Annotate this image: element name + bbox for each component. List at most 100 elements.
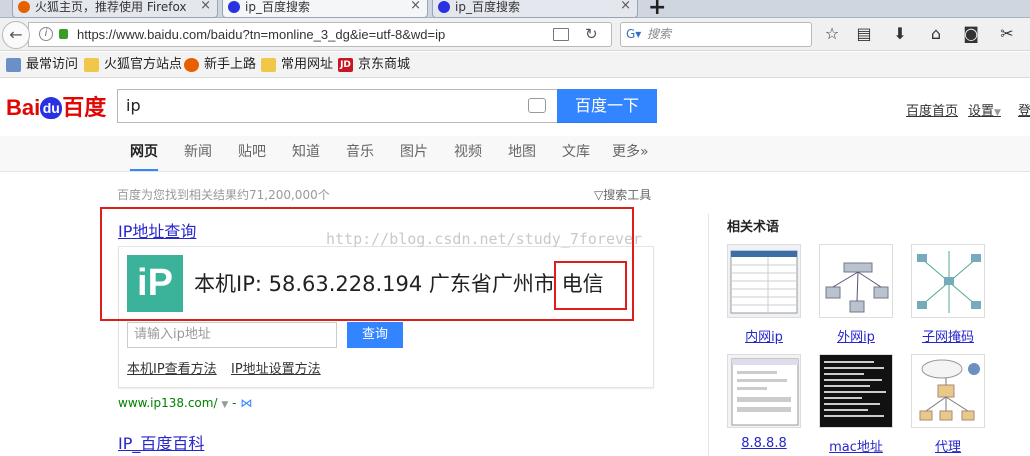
bookmark-jd[interactable]: JD 京东商城 (338, 57, 410, 73)
settings-label: 设置 (968, 104, 995, 119)
search-category-tabs: 网页 新闻 贴吧 知道 音乐 图片 视频 地图 文库 更多» (0, 136, 1030, 172)
bookmark-label: 新手上路 (204, 57, 257, 72)
firefox-icon (18, 1, 30, 13)
search-button[interactable]: 百度一下 (557, 89, 657, 123)
search-bar[interactable]: G▾ 搜索 (620, 22, 812, 47)
logo-text: 百度 (62, 95, 107, 120)
network-diagram-icon (825, 262, 889, 313)
baidu-paw-icon (228, 1, 240, 13)
related-label-intranet-ip[interactable]: 内网ip (724, 326, 804, 345)
login-link[interactable]: 登 (1018, 100, 1030, 119)
related-label-mac-address[interactable]: mac地址 (816, 436, 896, 455)
ip-query-button[interactable]: 查询 (347, 322, 403, 348)
tab-zhidao[interactable]: 知道 (292, 136, 320, 171)
reload-icon[interactable]: ↻ (585, 23, 598, 46)
baidu-paw-icon: du (40, 97, 63, 119)
lock-icon[interactable] (59, 29, 68, 39)
logo-text: Bai (6, 95, 41, 120)
chevron-down-icon[interactable]: ▼ (221, 400, 228, 410)
related-thumb-intranet-ip[interactable] (727, 244, 801, 318)
tab-map[interactable]: 地图 (508, 136, 536, 171)
reader-view-icon[interactable] (553, 28, 569, 41)
watermark: http://blog.csdn.net/study_7forever (326, 230, 643, 248)
proxy-diagram-icon (919, 359, 980, 421)
back-button[interactable]: ← (2, 21, 30, 49)
result-url-text: www.ip138.com/ (118, 396, 218, 410)
close-icon[interactable]: × (620, 0, 631, 13)
baidu-home-link[interactable]: 百度首页 (906, 100, 958, 119)
result-url[interactable]: www.ip138.com/ ▼ - ⋈ (118, 396, 252, 410)
verified-bow-icon[interactable]: ⋈ (240, 396, 252, 410)
bookmark-label: 火狐官方站点 (104, 57, 183, 72)
bookmark-firefox-site[interactable]: 火狐官方站点 (84, 57, 182, 73)
network-diagram-icon (917, 251, 981, 313)
browser-tab-strip: 火狐主页，推荐使用 Firefox × ip_百度搜索 × ip_百度搜索 × … (0, 0, 1030, 20)
tab-wenku[interactable]: 文库 (562, 136, 590, 171)
info-icon[interactable]: i (39, 27, 53, 41)
bookmark-label: 最常访问 (26, 57, 79, 72)
terminal-screenshot-icon (824, 361, 886, 417)
baidu-logo[interactable]: Bai du 百度 (6, 90, 106, 126)
highlight-box-isp (554, 261, 627, 310)
search-tools-label: 搜索工具 (603, 188, 652, 202)
settings-link[interactable]: 设置▼ (968, 100, 1001, 119)
jd-icon: JD (338, 58, 353, 72)
bookmark-most-visited[interactable]: 最常访问 (6, 57, 78, 73)
result-title-baike[interactable]: IP_百度百科 (118, 430, 204, 454)
tab-video[interactable]: 视频 (454, 136, 482, 171)
gear-icon (6, 58, 21, 72)
tab-tieba[interactable]: 贴吧 (238, 136, 266, 171)
search-input[interactable]: ip (117, 89, 558, 123)
search-placeholder: 搜索 (647, 27, 672, 41)
tab-news[interactable]: 新闻 (184, 136, 212, 171)
related-thumb-proxy[interactable] (911, 354, 985, 428)
bookmark-star-icon[interactable]: ☆ (822, 24, 842, 44)
bookmark-common-sites[interactable]: 常用网址 (261, 57, 333, 73)
local-ip-howto-link[interactable]: 本机IP查看方法 (127, 358, 217, 377)
camera-icon[interactable] (528, 98, 546, 113)
folder-icon (261, 58, 276, 72)
related-label-proxy[interactable]: 代理 (908, 436, 988, 455)
tab-label: ip_百度搜索 (245, 0, 310, 14)
baidu-header: Bai du 百度 ip 百度一下 百度首页 设置▼ 登 (0, 78, 1030, 136)
bookmark-label: 常用网址 (281, 57, 334, 72)
chevron-down-icon: ▼ (994, 108, 1001, 118)
table-screenshot-icon (730, 250, 798, 314)
result-count: 百度为您找到相关结果约71,200,000个 (117, 188, 330, 202)
related-thumb-public-ip[interactable] (819, 244, 893, 318)
dialog-screenshot-icon (731, 358, 799, 426)
tab-firefox-home[interactable]: 火狐主页，推荐使用 Firefox × (12, 0, 218, 18)
close-icon[interactable]: × (410, 0, 421, 13)
search-input-value: ip (126, 96, 141, 115)
url-bar[interactable]: i https://www.baidu.com/baidu?tn=monline… (28, 22, 612, 47)
tab-label: 火狐主页，推荐使用 Firefox (35, 0, 187, 14)
pocket-icon[interactable]: ◙ (961, 24, 981, 44)
close-icon[interactable]: × (200, 0, 211, 13)
related-label-8888[interactable]: 8.8.8.8 (724, 436, 804, 451)
filter-icon: ▽ (594, 188, 604, 202)
tab-baidu-active[interactable]: ip_百度搜索 × (222, 0, 428, 18)
related-thumb-mac-address[interactable] (819, 354, 893, 428)
bookmark-getting-started[interactable]: 新手上路 (184, 57, 256, 73)
url-text[interactable]: https://www.baidu.com/baidu?tn=monline_3… (77, 23, 445, 46)
tab-music[interactable]: 音乐 (346, 136, 374, 171)
tab-more[interactable]: 更多» (612, 136, 649, 171)
screenshot-icon[interactable]: ✂ (997, 24, 1017, 44)
download-icon[interactable]: ⬇ (890, 24, 910, 44)
tab-images[interactable]: 图片 (400, 136, 428, 171)
new-tab-button[interactable]: + (648, 0, 666, 20)
related-label-subnet-mask[interactable]: 子网掩码 (908, 326, 988, 345)
tab-label: ip_百度搜索 (455, 0, 520, 14)
tab-web[interactable]: 网页 (130, 136, 158, 171)
related-label-public-ip[interactable]: 外网ip (816, 326, 896, 345)
home-icon[interactable]: ⌂ (926, 24, 946, 44)
related-thumb-8888[interactable] (727, 354, 801, 428)
related-terms-title: 相关术语 (727, 220, 780, 235)
search-engine-icon[interactable]: G▾ (626, 23, 641, 46)
bookmarks-list-icon[interactable]: ▤ (854, 24, 874, 44)
search-tools-button[interactable]: ▽搜索工具 (594, 186, 651, 203)
ip-settings-howto-link[interactable]: IP地址设置方法 (231, 358, 321, 377)
tab-baidu-2[interactable]: ip_百度搜索 × (432, 0, 638, 18)
ip-query-input[interactable]: 请输入ip地址 (127, 322, 337, 348)
related-thumb-subnet-mask[interactable] (911, 244, 985, 318)
